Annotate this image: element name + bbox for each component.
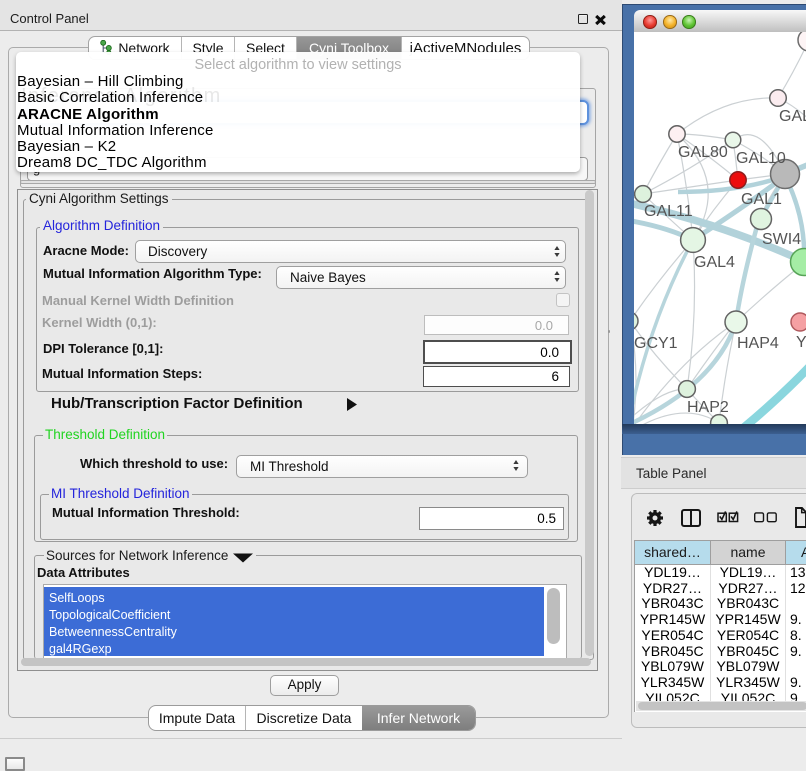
svg-text:HAP4: HAP4	[737, 335, 779, 352]
svg-text:GAL7: GAL7	[779, 108, 806, 125]
svg-text:GAL1: GAL1	[741, 191, 782, 208]
svg-text:GAL80: GAL80	[678, 144, 728, 161]
svg-text:HAP2: HAP2	[687, 399, 729, 416]
svg-text:GAL10: GAL10	[736, 150, 786, 167]
svg-text:GCY1: GCY1	[634, 335, 678, 352]
svg-text:GAL4: GAL4	[694, 254, 735, 271]
svg-text:YD: YD	[796, 334, 806, 351]
svg-text:GAL11: GAL11	[644, 203, 693, 220]
svg-text:SWI4: SWI4	[762, 231, 801, 248]
